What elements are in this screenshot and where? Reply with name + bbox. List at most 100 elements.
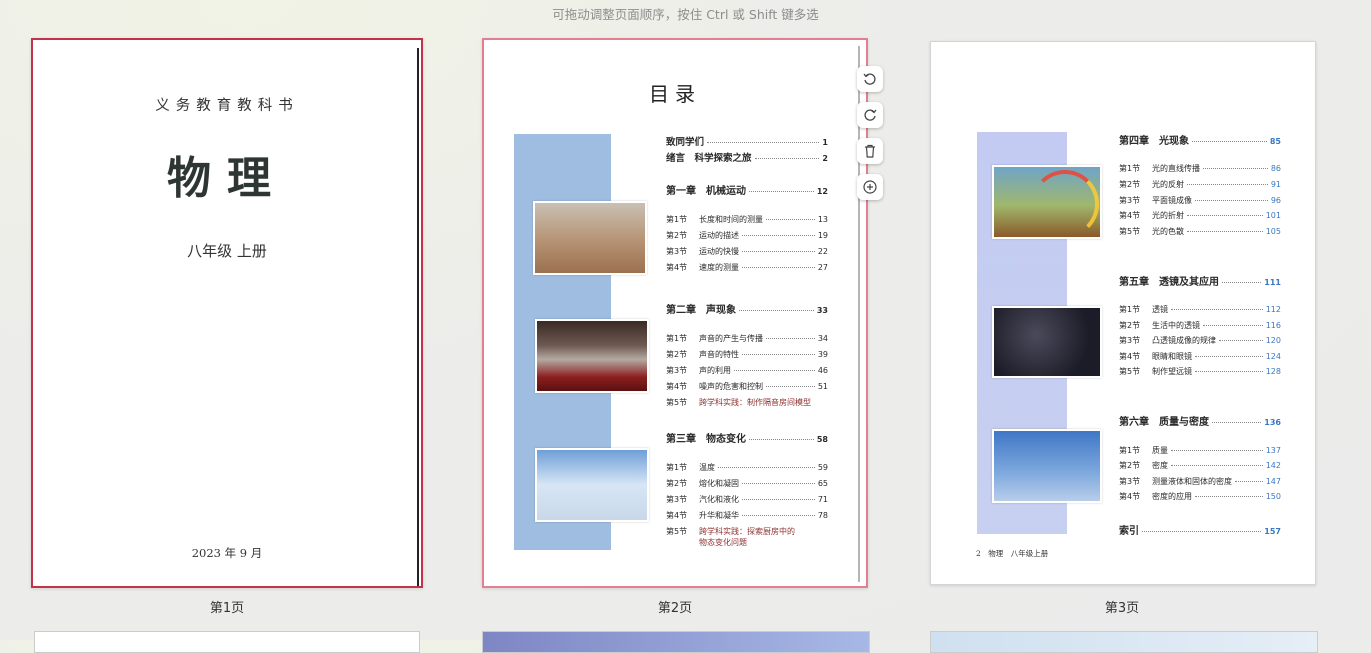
page3-toc-entry: 第4节 眼睛和眼镜 124 — [1119, 351, 1281, 362]
toc-page-number: 19 — [817, 231, 828, 240]
toc-entry-title: 噪声的危害和控制 — [699, 382, 763, 391]
toc-section-number: 第5节 — [666, 398, 688, 407]
toc-section-number: 第4节 — [666, 382, 688, 391]
toc-section-number: 第3节 — [1119, 336, 1141, 345]
plus-circle-icon — [863, 180, 877, 194]
toc-leader-dots — [742, 251, 815, 252]
toc-entry-title: 声音的产生与传播 — [699, 334, 763, 343]
toc-section-number: 第2节 — [666, 231, 688, 240]
page3-toc-entry: 第1节 透镜 112 — [1119, 304, 1281, 315]
toc-entry-title: 光的反射 — [1152, 180, 1184, 189]
toc-leader-dots — [766, 219, 815, 220]
photo-fighter-jet — [992, 429, 1102, 503]
toc-entry-title: 熔化和凝固 — [699, 479, 739, 488]
toc-page-number: 65 — [817, 479, 828, 488]
toc-page-number: 27 — [817, 263, 828, 272]
toc-entry-title: 第六章 质量与密度 — [1119, 417, 1209, 428]
toc-page-number: 111 — [1264, 278, 1281, 287]
rotate-left-button[interactable] — [857, 66, 883, 92]
toc-entry-title: 声音的特性 — [699, 350, 739, 359]
page3-toc-entry: 第五章 透镜及其应用 111 — [1119, 273, 1281, 288]
toc-entry-title: 索引 — [1119, 526, 1139, 537]
toc-section-number: 第4节 — [1119, 352, 1141, 361]
toc-leader-dots — [1187, 215, 1263, 216]
rotate-right-button[interactable] — [857, 102, 883, 128]
page-label-3: 第3页 — [1104, 601, 1140, 616]
page-thumbnail-6[interactable] — [930, 631, 1318, 653]
toc-section-number: 第4节 — [666, 263, 688, 272]
toc-page-number: 59 — [817, 463, 828, 472]
page-label-2: 第2页 — [657, 601, 693, 616]
toc-entry-title: 第一章 机械运动 — [666, 186, 746, 197]
grade-label: 八年级 上册 — [187, 242, 267, 260]
toc-section-number: 第2节 — [1119, 461, 1141, 470]
rotate-left-icon — [863, 73, 876, 85]
page2-toc-entry: 第2节 运动的描述 19 — [666, 230, 828, 241]
toc-leader-dots — [1203, 325, 1263, 326]
toc-section-number: 第1节 — [1119, 164, 1141, 173]
page-thumbnail-4[interactable] — [34, 631, 420, 653]
page-thumbnail-3[interactable]: 第四章 光现象 85 第1节 光的直线传播 86 第2节 光的反射 91 第3节 平面镜成像 96 第… — [930, 41, 1316, 585]
toc-leader-dots — [742, 483, 815, 484]
toc-page-number: 1 — [822, 138, 828, 147]
rainbow-arc — [1031, 170, 1099, 238]
toc-entry-title: 密度的应用 — [1152, 492, 1192, 501]
toc-page-number: 78 — [817, 511, 828, 520]
page3-toc-entry: 第4节 光的折射 101 — [1119, 210, 1281, 221]
toc-page-number: 91 — [1270, 180, 1281, 189]
toc-leader-dots — [1195, 371, 1263, 372]
toc-entry-title: 运动的描述 — [699, 231, 739, 240]
toc-heading: 目录 — [649, 82, 701, 106]
insert-page-button[interactable] — [857, 174, 883, 200]
toc-entry-title: 温度 — [699, 463, 715, 472]
toc-leader-dots — [1212, 422, 1262, 423]
toc-page-number: 2 — [822, 154, 828, 163]
toc-entry-title: 第三章 物态变化 — [666, 434, 746, 445]
page2-toc-entry: 第2节 声音的特性 39 — [666, 349, 828, 360]
toc-page-number: 147 — [1265, 477, 1281, 486]
toc-page-number: 39 — [817, 350, 828, 359]
page-edge — [417, 48, 419, 586]
toc-page-number: 120 — [1265, 336, 1281, 345]
toc-page-number: 124 — [1265, 352, 1281, 361]
toc-leader-dots — [1187, 231, 1263, 232]
toc-page-number: 58 — [816, 435, 828, 444]
page-thumbnail-5[interactable] — [482, 631, 870, 653]
page3-toc-entry: 索引 157 — [1119, 522, 1281, 537]
page2-toc-entry: 第1节 温度 59 — [666, 462, 828, 473]
book-title: 物理 — [167, 153, 287, 204]
page3-toc-entry: 第3节 平面镜成像 96 — [1119, 195, 1281, 206]
toc-leader-dots — [1235, 481, 1263, 482]
toc-page-number: 34 — [817, 334, 828, 343]
toc-leader-dots — [1195, 356, 1263, 357]
toc-section-number: 第1节 — [666, 334, 688, 343]
toc-section-number: 第3节 — [1119, 196, 1141, 205]
page3-toc-entry: 第3节 凸透镜成像的规律 120 — [1119, 335, 1281, 346]
toc-section-number: 第1节 — [666, 215, 688, 224]
page2-toc-entry: 第1节 声音的产生与传播 34 — [666, 333, 828, 344]
toc-leader-dots — [734, 370, 815, 371]
page-thumbnail-1[interactable]: 义务教育教科书 物理 八年级 上册 2023 年 9 月 — [31, 38, 423, 588]
toc-page-number: 128 — [1265, 367, 1281, 376]
page-thumbnail-2[interactable]: 目录 致同学们 1 绪言 科学探索之旅 2 第一章 机械运动 12 第1节 长度和时间的测量 1… — [482, 38, 868, 588]
toc-section-number: 第4节 — [666, 511, 688, 520]
toc-page-number: 101 — [1265, 211, 1281, 220]
delete-page-button[interactable] — [857, 138, 883, 164]
toc-section-number: 第3节 — [666, 247, 688, 256]
toc-entry-title: 眼睛和眼镜 — [1152, 352, 1192, 361]
toc-leader-dots — [766, 338, 815, 339]
toc-leader-dots — [1195, 496, 1263, 497]
toc-section-number: 第2节 — [666, 479, 688, 488]
toc-entry-title: 致同学们 — [666, 137, 705, 148]
toc-leader-dots — [739, 310, 814, 311]
page2-toc-entry: 第一章 机械运动 12 — [666, 182, 828, 197]
page2-toc-entry: 第3节 运动的快慢 22 — [666, 246, 828, 257]
toc-entry-title: 光的折射 — [1152, 211, 1184, 220]
toc-section-number: 第1节 — [666, 463, 688, 472]
toc-page-number: 150 — [1265, 492, 1281, 501]
toc-page-number: 22 — [817, 247, 828, 256]
toc-leader-dots — [1195, 200, 1268, 201]
page3-toc-entry: 第2节 密度 142 — [1119, 460, 1281, 471]
rotate-right-icon — [864, 109, 877, 121]
toc-page-number: 86 — [1270, 164, 1281, 173]
